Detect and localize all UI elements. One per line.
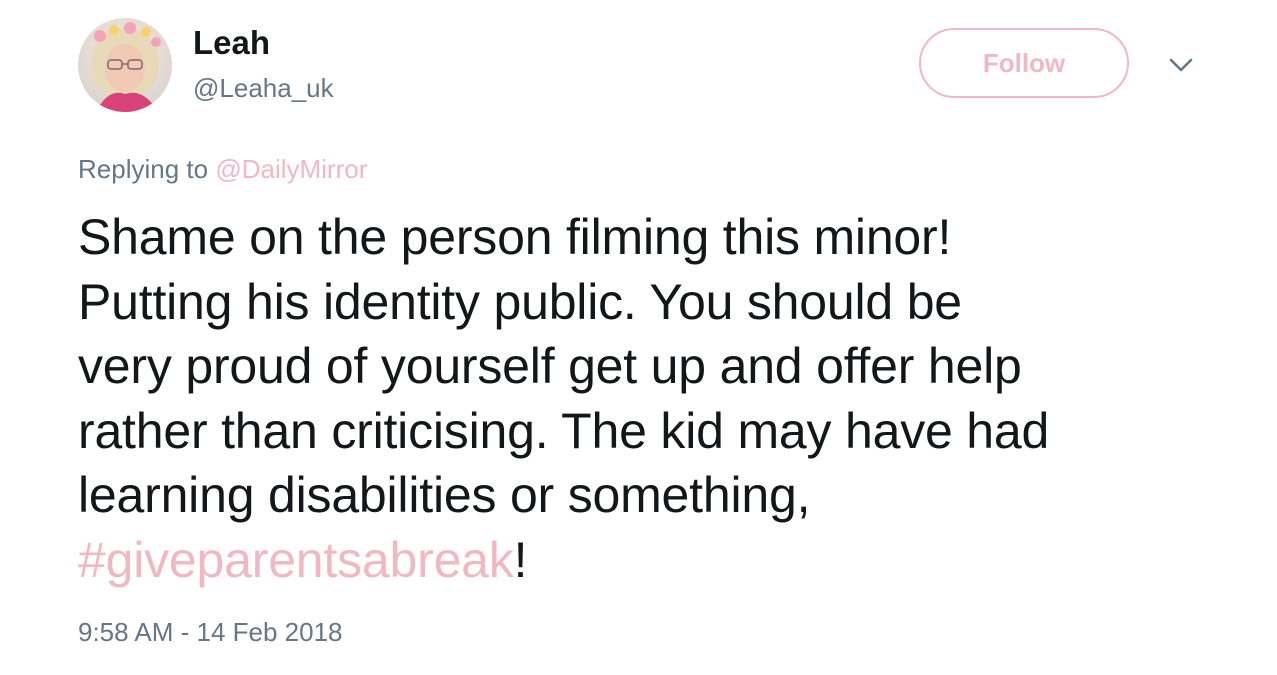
chevron-down-icon[interactable] — [1167, 53, 1195, 77]
replying-to-label: Replying to — [78, 154, 209, 184]
tweet-text-trailing: ! — [513, 531, 528, 588]
tweet-timestamp[interactable]: 9:58 AM - 14 Feb 2018 — [78, 615, 343, 649]
replying-to: Replying to @DailyMirror — [78, 152, 367, 186]
display-name[interactable]: Leah — [193, 23, 270, 63]
avatar-image — [78, 18, 172, 112]
tweet-text-line: learning disabilities or something, — [78, 467, 811, 523]
user-avatar[interactable] — [78, 18, 172, 112]
tweet-text-last-line: #giveparentsabreak! — [78, 528, 1228, 593]
tweet-text: Shame on the person filming this minor! … — [78, 205, 1228, 592]
tweet-text-line: rather than criticising. The kid may hav… — [78, 402, 1050, 459]
tweet-card: Leah @Leaha_uk Follow Replying to @Daily… — [0, 0, 1277, 675]
tweet-text-line: very proud of yourself get up and offer … — [78, 338, 1022, 394]
tweet-text-line: Putting his identity public. You should … — [78, 273, 962, 330]
follow-button[interactable]: Follow — [919, 28, 1129, 98]
reply-mention-link[interactable]: @DailyMirror — [215, 154, 367, 184]
hashtag-link[interactable]: #giveparentsabreak — [78, 532, 514, 588]
tweet-text-line: Shame on the person filming this minor! — [78, 209, 952, 265]
user-handle[interactable]: @Leaha_uk — [193, 71, 334, 105]
